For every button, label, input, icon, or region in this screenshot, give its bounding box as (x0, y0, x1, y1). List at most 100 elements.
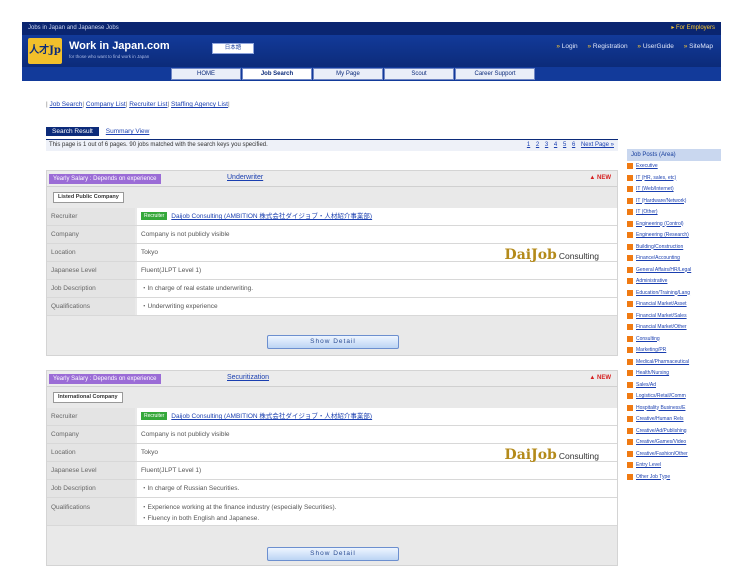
sidebar-item-link[interactable]: Entry Level (636, 462, 661, 468)
job-title-link[interactable]: Underwriter (227, 174, 263, 181)
sidebar-item-link[interactable]: Health/Nursing (636, 370, 669, 376)
sidebar-item-link[interactable]: Administrative (636, 278, 667, 284)
sidebar-item[interactable]: Other Job Type (627, 472, 721, 484)
page-link[interactable]: 5 (563, 142, 566, 148)
job-search-link[interactable]: Job Search (50, 101, 83, 108)
userguide-link[interactable]: UserGuide (637, 43, 674, 50)
sidebar-item[interactable]: Logistics/Retail/Comm (627, 391, 721, 403)
category-icon (627, 324, 633, 330)
category-icon (627, 450, 633, 457)
tab-scout[interactable]: Scout (384, 68, 454, 80)
page-link[interactable]: 3 (545, 142, 548, 148)
sidebar-item-link[interactable]: Marketing/PR (636, 347, 666, 353)
site-name[interactable]: Work in Japan.com (69, 40, 170, 52)
sidebar-item-link[interactable]: IT (Hardware/Network) (636, 198, 686, 204)
sidebar-item[interactable]: General Affairs/HR/Legal (627, 265, 721, 277)
sidebar-item-link[interactable]: Creative/Fashion/Other (636, 451, 688, 457)
sidebar-item-link[interactable]: Sales/Ad (636, 382, 656, 388)
company-list-link[interactable]: Company List (86, 101, 126, 108)
sidebar-item-link[interactable]: Finance/Accounting (636, 255, 680, 261)
sidebar-item[interactable]: Engineering (Control) (627, 219, 721, 231)
detail-row: Job Description ・In charge of real estat… (47, 280, 617, 298)
language-button[interactable]: 日本語 (212, 43, 254, 54)
sidebar-item-link[interactable]: Medical/Pharmaceutical (636, 359, 689, 365)
sidebar-item-link[interactable]: General Affairs/HR/Legal (636, 267, 691, 273)
sidebar-item[interactable]: Medical/Pharmaceutical (627, 357, 721, 369)
sidebar-item-link[interactable]: Financial Market/Asset (636, 301, 687, 307)
sidebar-item[interactable]: Consulting (627, 334, 721, 346)
japanese-level-value: Fluent(JLPT Level 1) (137, 262, 617, 279)
sidebar-item[interactable]: Executive (627, 161, 721, 173)
page-link[interactable]: 4 (554, 142, 557, 148)
page-link[interactable]: 2 (536, 142, 539, 148)
sidebar-item[interactable]: IT (Other) (627, 207, 721, 219)
sidebar-item-link[interactable]: Financial Market/Sales (636, 313, 687, 319)
tab-career-support[interactable]: Career Support (455, 68, 535, 80)
tab-my-page[interactable]: My Page (313, 68, 383, 80)
staffing-agency-link[interactable]: Staffing Agency List (171, 101, 228, 108)
sidebar-item[interactable]: IT (Web/Internet) (627, 184, 721, 196)
category-icon (627, 347, 633, 353)
sidebar-item-link[interactable]: IT (Web/Internet) (636, 186, 674, 192)
page-link[interactable]: 6 (572, 142, 575, 148)
sidebar-item[interactable]: Creative/Fashion/Other (627, 449, 721, 461)
sidebar-item-link[interactable]: Financial Market/Other (636, 324, 687, 330)
sidebar-item-link[interactable]: Creative/Games/Video (636, 439, 686, 445)
sidebar-item[interactable]: Financial Market/Asset (627, 299, 721, 311)
company-logo: DaiJob Consulting (505, 247, 599, 263)
sidebar-item-link[interactable]: Engineering (Research) (636, 232, 689, 238)
site-logo[interactable]: 人才Jp (28, 38, 62, 64)
sidebar-item[interactable]: Financial Market/Sales (627, 311, 721, 323)
sidebar-item[interactable]: Creative/Ad/Publishing (627, 426, 721, 438)
sitemap-link[interactable]: SiteMap (684, 43, 713, 50)
recruiter-list-link[interactable]: Recruiter List (129, 101, 167, 108)
page-link[interactable]: 1 (527, 142, 530, 148)
next-page-link[interactable]: Next Page » (581, 142, 614, 148)
job-card-header: Yearly Salary : Depends on experience Un… (47, 171, 617, 187)
sidebar-item-link[interactable]: Other Job Type (636, 474, 670, 480)
sidebar-item[interactable]: Building/Construction (627, 242, 721, 254)
sidebar-item-link[interactable]: IT (HR, sales, etc) (636, 175, 676, 181)
sidebar-item[interactable]: Creative/Human Rels (627, 414, 721, 426)
sidebar-item-link[interactable]: Building/Construction (636, 244, 683, 250)
sidebar-item[interactable]: Hospitality Business/E (627, 403, 721, 415)
sidebar-item[interactable]: Engineering (Research) (627, 230, 721, 242)
recruiter-link[interactable]: Daijob Consulting (AMBITION 株式会社ダイジョブ・人材… (171, 213, 372, 220)
sidebar-item-link[interactable]: Creative/Ad/Publishing (636, 428, 687, 434)
tab-search-result[interactable]: Search Result (46, 127, 99, 136)
sidebar-item[interactable]: IT (HR, sales, etc) (627, 173, 721, 185)
sidebar-item[interactable]: Health/Nursing (627, 368, 721, 380)
sidebar-item-link[interactable]: Education/Training/Lang (636, 290, 690, 296)
sidebar-item[interactable]: Administrative (627, 276, 721, 288)
sidebar-item-link[interactable]: IT (Other) (636, 209, 658, 215)
sidebar-item-link[interactable]: Creative/Human Rels (636, 416, 684, 422)
sidebar-item-link[interactable]: Hospitality Business/E (636, 405, 685, 411)
sidebar-item[interactable]: Entry Level (627, 460, 721, 472)
sidebar-item[interactable]: Education/Training/Lang (627, 288, 721, 300)
recruiter-badge: Recruiter (141, 412, 168, 420)
company-value: Company is not publicly visible (137, 226, 617, 243)
sidebar-item[interactable]: Finance/Accounting (627, 253, 721, 265)
recruiter-link[interactable]: Daijob Consulting (AMBITION 株式会社ダイジョブ・人材… (171, 413, 372, 420)
sidebar-item-link[interactable]: Consulting (636, 336, 660, 342)
sidebar-item[interactable]: IT (Hardware/Network) (627, 196, 721, 208)
job-title-link[interactable]: Securitization (227, 374, 269, 381)
tab-summary-view[interactable]: Summary View (106, 128, 150, 135)
salary-tag: Yearly Salary : Depends on experience (49, 374, 161, 384)
sidebar-item-link[interactable]: Logistics/Retail/Comm (636, 393, 686, 399)
tagline: Jobs in Japan and Japanese Jobs (28, 25, 119, 31)
tab-home[interactable]: HOME (171, 68, 241, 80)
sidebar-item-link[interactable]: Executive (636, 163, 658, 169)
show-detail-button[interactable]: Show Detail (267, 547, 399, 561)
employer-link[interactable]: ▸ For Employers (671, 22, 715, 35)
sidebar-item[interactable]: Marketing/PR (627, 345, 721, 357)
registration-link[interactable]: Registration (587, 43, 627, 50)
sidebar-item[interactable]: Sales/Ad (627, 380, 721, 392)
login-link[interactable]: Login (556, 43, 577, 50)
show-detail-button[interactable]: Show Detail (267, 335, 399, 349)
company-logo-mark: DaiJob (504, 447, 557, 463)
tab-job-search[interactable]: Job Search (242, 68, 312, 80)
sidebar-item[interactable]: Financial Market/Other (627, 322, 721, 334)
sidebar-item[interactable]: Creative/Games/Video (627, 437, 721, 449)
sidebar-item-link[interactable]: Engineering (Control) (636, 221, 684, 227)
